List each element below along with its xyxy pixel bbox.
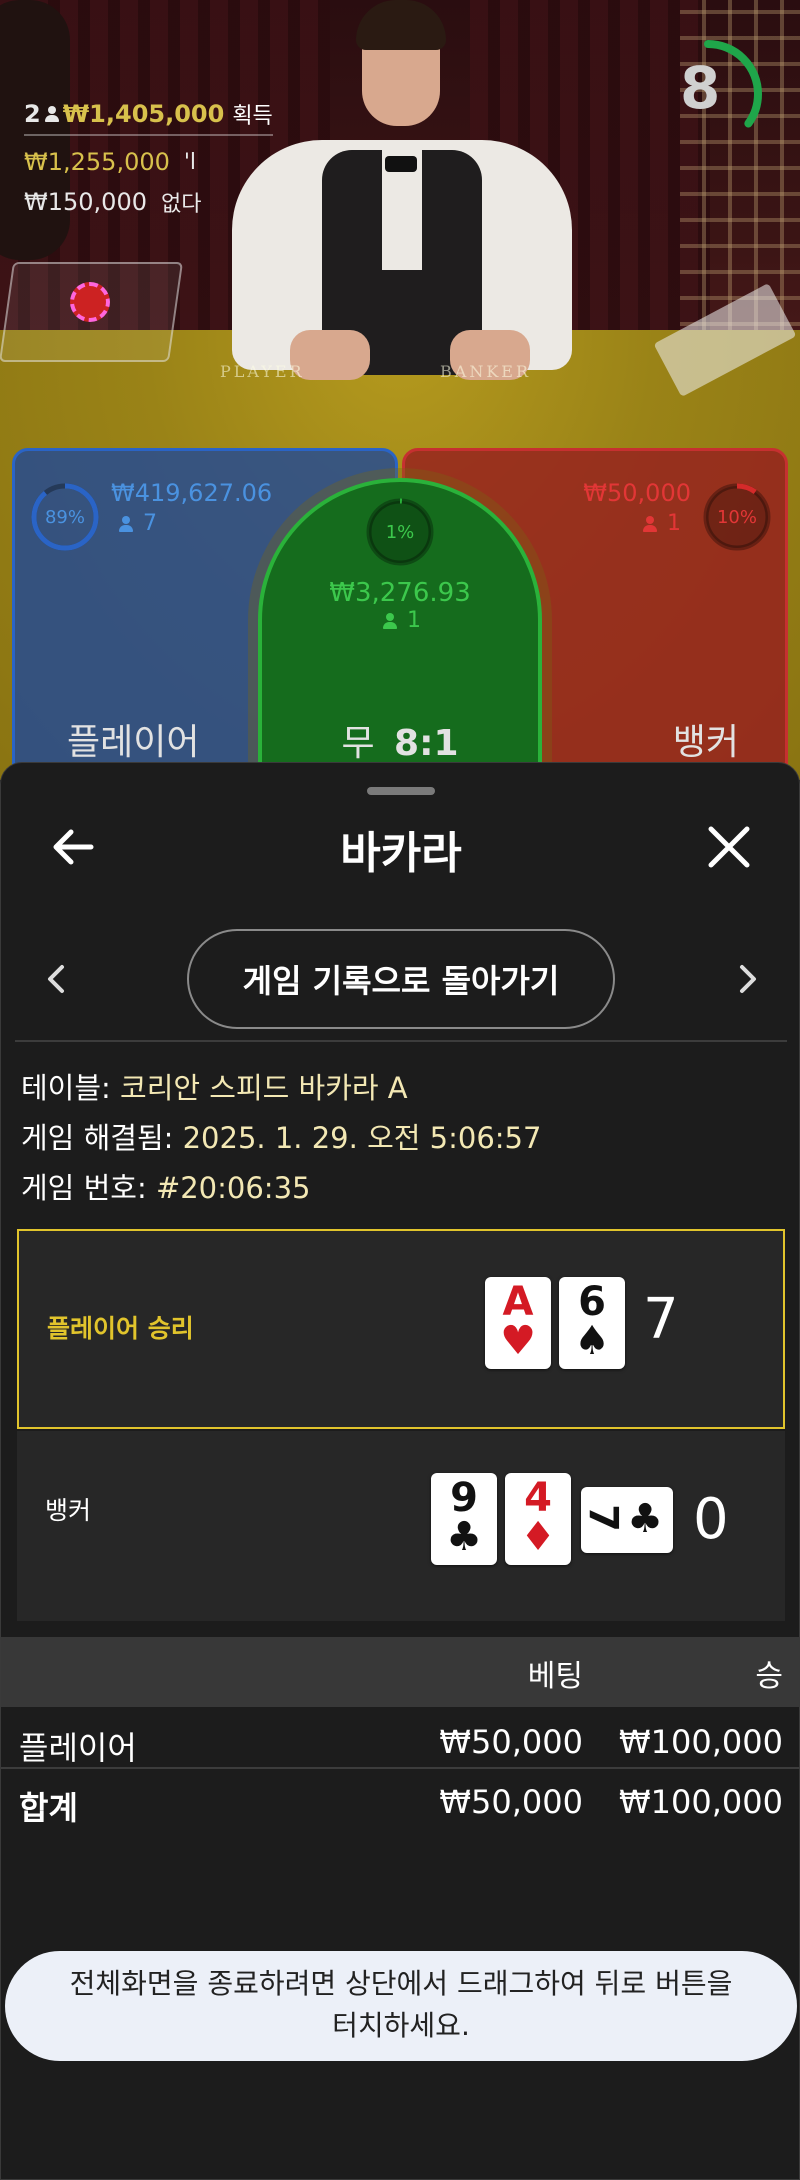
- dealer-hair: [356, 0, 446, 50]
- game-history-sheet: 바카라 게임 기록으로 돌아가기 테이블: 코리안 스피드 바카라 A 게임 해…: [0, 762, 800, 2180]
- person-icon: [383, 612, 397, 629]
- player-bettor-count: 7: [115, 511, 157, 536]
- table-row: 플레이어 ₩50,000 ₩100,000: [1, 1715, 800, 1775]
- tie-label: 무: [341, 723, 375, 764]
- banker-card-1: 9 ♣: [431, 1473, 497, 1565]
- banker-result-row: 뱅커 9 ♣ 4 ♦ 7 ♣ 0: [17, 1431, 785, 1621]
- tie-percent-ring: 1%: [364, 496, 436, 568]
- player-score: 7: [643, 1287, 679, 1352]
- player-card-2: 6 ♠: [559, 1277, 625, 1369]
- game-number-info: 게임 번호: #20:06:35: [21, 1165, 310, 1207]
- player-card-1: A ♥: [485, 1277, 551, 1369]
- tie-payout: 8:1: [394, 723, 459, 764]
- countdown-value: 8: [680, 54, 721, 122]
- chip: [70, 282, 110, 322]
- table-info: 테이블: 코리안 스피드 바카라 A: [21, 1065, 408, 1107]
- drag-handle[interactable]: [367, 787, 435, 795]
- toast-line-1: 전체화면을 종료하려면 상단에서 드래그하여 뒤로 버튼을: [69, 1967, 733, 2000]
- tie-bettor-count: 1: [262, 608, 538, 633]
- countdown-timer: 8: [650, 32, 766, 156]
- divider: [1, 1767, 800, 1769]
- resolved-value: 2025. 1. 29. 오전 5:06:57: [182, 1121, 542, 1155]
- tie-bettors: 1: [407, 608, 421, 633]
- table-value: 코리안 스피드 바카라 A: [120, 1071, 408, 1105]
- total-label: 합계: [19, 1789, 78, 1827]
- banker-total-amount: ₩50,000: [583, 479, 691, 507]
- person-icon: [643, 515, 657, 532]
- bowtie: [385, 156, 417, 172]
- banker-card-3: 7 ♣: [580, 1487, 673, 1553]
- stats-none-row: ₩150,000 없다: [24, 182, 273, 222]
- tie-total-amount: ₩3,276.93: [329, 578, 471, 608]
- game-number-value: #20:06:35: [155, 1171, 311, 1205]
- screen: PLAYER BANKER 2 ₩1,405,000 획득 ₩1,255,000…: [0, 0, 800, 2180]
- person-icon: [44, 106, 59, 122]
- win-column-header: 승: [755, 1659, 783, 1694]
- bet-column-header: 베팅: [527, 1659, 583, 1694]
- bet-name: 플레이어: [19, 1729, 137, 1767]
- person-icon: [119, 515, 133, 532]
- card-rank: 7: [580, 1504, 626, 1532]
- fullscreen-toast: 전체화면을 종료하려면 상단에서 드래그하여 뒤로 버튼을 터치하세요.: [5, 1951, 797, 2061]
- total-row: 합계 ₩50,000 ₩100,000: [1, 1775, 800, 1835]
- table-label: 테이블:: [21, 1071, 111, 1105]
- tie-bet-zone[interactable]: 1% ₩3,276.93 1 무 8:1: [258, 478, 542, 808]
- banker-card-2: 4 ♦: [505, 1473, 571, 1565]
- banker-bettors: 1: [667, 511, 681, 536]
- banker-label: 뱅커: [45, 1496, 92, 1525]
- banker-percent-ring: 10%: [701, 481, 773, 553]
- bet-amount: ₩50,000: [439, 1723, 583, 1761]
- back-to-history-button[interactable]: 게임 기록으로 돌아가기: [187, 929, 615, 1029]
- total-won-amount: ₩1,405,000: [62, 100, 225, 128]
- player-zone-label: 플레이어: [67, 722, 200, 763]
- stats-bet-row: ₩1,255,000 'l: [24, 142, 273, 182]
- round-stats: 2 ₩1,405,000 획득 ₩1,255,000 'l ₩150,000 없…: [24, 96, 273, 222]
- stats-winners-row: 2 ₩1,405,000 획득: [24, 96, 273, 136]
- none-label: 없다: [160, 192, 202, 217]
- club-icon: ♣: [627, 1496, 663, 1542]
- win-amount: ₩100,000: [619, 1723, 783, 1761]
- banker-percent: 10%: [716, 506, 757, 528]
- game-number-label: 게임 번호:: [21, 1171, 147, 1205]
- felt-banker-word: BANKER: [440, 362, 531, 381]
- history-navigation: 게임 기록으로 돌아가기: [1, 929, 800, 1029]
- felt-player-word: PLAYER: [220, 362, 305, 381]
- won-label: 획득: [232, 104, 273, 129]
- banker-zone-label: 뱅커: [672, 722, 739, 763]
- close-icon[interactable]: [699, 817, 759, 877]
- sheet-title: 바카라: [340, 828, 462, 879]
- divider: [15, 1040, 787, 1042]
- total-bet: ₩50,000: [439, 1783, 583, 1821]
- banker-score: 0: [693, 1487, 729, 1552]
- player-bettors: 7: [143, 511, 157, 536]
- bet-amount: ₩1,255,000: [24, 148, 170, 176]
- none-amount: ₩150,000: [24, 188, 147, 216]
- heart-icon: ♥: [500, 1318, 536, 1364]
- player-result-row: 플레이어 승리 A ♥ 6 ♠ 7: [17, 1229, 785, 1429]
- chevron-right-icon[interactable]: [727, 959, 767, 999]
- total-win: ₩100,000: [619, 1783, 783, 1821]
- chevron-left-icon[interactable]: [37, 959, 77, 999]
- player-total-amount: ₩419,627.06: [111, 479, 273, 507]
- resolved-info: 게임 해결됨: 2025. 1. 29. 오전 5:06:57: [21, 1115, 541, 1157]
- banker-bettor-count: 1: [639, 511, 681, 536]
- bet-suffix: 'l: [183, 149, 197, 175]
- tie-zone-label: 무 8:1: [262, 714, 538, 766]
- spade-icon: ♠: [574, 1318, 610, 1364]
- player-win-label: 플레이어 승리: [47, 1314, 194, 1343]
- winner-count: 2: [24, 100, 41, 128]
- resolved-label: 게임 해결됨:: [21, 1121, 174, 1155]
- diamond-icon: ♦: [520, 1514, 556, 1560]
- bet-zones: 89% ₩419,627.06 7 플레이어 ₩50,000 1 10% 뱅커 …: [0, 448, 800, 808]
- bets-table-header: 베팅 승: [1, 1637, 800, 1707]
- player-percent-ring: 89%: [29, 481, 101, 553]
- toast-line-2: 터치하세요.: [332, 2009, 470, 2042]
- player-percent: 89%: [44, 506, 85, 528]
- tie-percent: 1%: [385, 521, 415, 543]
- club-icon: ♣: [446, 1514, 482, 1560]
